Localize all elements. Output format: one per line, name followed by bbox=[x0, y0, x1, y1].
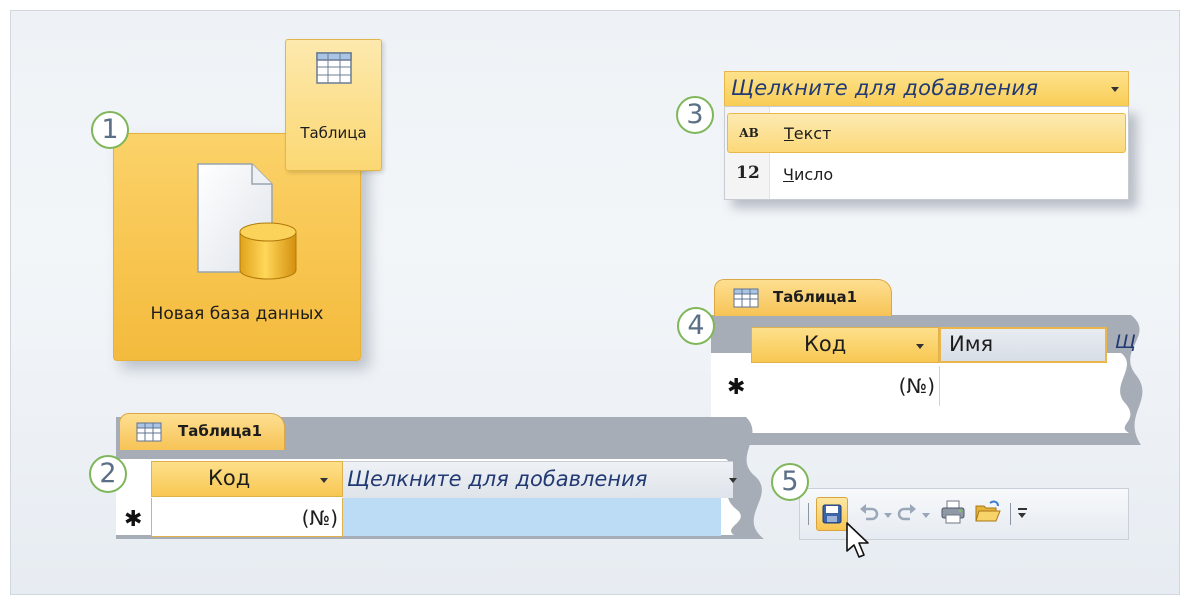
chevron-down-icon[interactable] bbox=[729, 478, 737, 483]
number-type-icon: 12 bbox=[736, 163, 760, 183]
tab-label: Таблица1 bbox=[178, 422, 263, 440]
new-column-cell[interactable] bbox=[343, 498, 721, 536]
callout-4: 4 bbox=[677, 307, 715, 345]
create-table-button[interactable]: Таблица bbox=[285, 39, 382, 171]
chevron-down-icon bbox=[1018, 513, 1026, 518]
save-button[interactable] bbox=[816, 497, 848, 531]
save-icon bbox=[822, 504, 842, 524]
click-to-add-label: Щелкните для добавления bbox=[347, 467, 648, 491]
column-header-name[interactable]: Имя bbox=[939, 327, 1107, 363]
chevron-down-icon[interactable] bbox=[916, 344, 924, 349]
toolbar-separator bbox=[1010, 503, 1011, 525]
undo-icon[interactable] bbox=[858, 503, 880, 523]
customize-icon bbox=[1018, 508, 1027, 510]
chevron-down-icon[interactable] bbox=[1111, 87, 1119, 92]
click-to-add-column-header[interactable]: Щелкните для добавления bbox=[724, 71, 1129, 107]
callout-3: 3 bbox=[676, 96, 714, 134]
callout-5: 5 bbox=[771, 463, 809, 501]
id-cell[interactable]: (№) bbox=[753, 366, 940, 406]
menu-item-label: Текст bbox=[784, 124, 832, 143]
mouse-pointer-icon bbox=[846, 522, 869, 558]
column-header-label: Имя bbox=[949, 332, 994, 356]
id-autonumber-value: (№) bbox=[898, 374, 935, 398]
database-file-icon bbox=[197, 163, 297, 280]
table-icon bbox=[316, 52, 352, 84]
new-record-marker: ✱ bbox=[727, 375, 746, 400]
callout-1: 1 bbox=[91, 111, 129, 149]
datatype-menu: AB Текст 12 Число bbox=[724, 106, 1129, 200]
click-to-add-label: Щелкните для добавления bbox=[731, 76, 1039, 100]
column-header-label: Код bbox=[804, 332, 847, 356]
tab-label: Таблица1 bbox=[773, 288, 858, 306]
new-database-label: Новая база данных bbox=[150, 304, 324, 324]
id-autonumber-value: (№) bbox=[301, 506, 338, 530]
redo-icon[interactable] bbox=[896, 503, 918, 523]
new-record-marker: ✱ bbox=[124, 507, 143, 532]
undo-dropdown-icon[interactable] bbox=[884, 513, 892, 518]
menu-item-text[interactable]: AB Текст bbox=[727, 113, 1126, 153]
tab-table1-small[interactable]: Таблица1 bbox=[119, 413, 285, 450]
toolbar-separator bbox=[808, 503, 809, 525]
column-header-partial: Щ bbox=[1115, 331, 1136, 353]
customize-toolbar-button[interactable] bbox=[1016, 505, 1030, 521]
column-header-label: Код bbox=[208, 466, 251, 490]
id-cell[interactable]: (№) bbox=[151, 498, 343, 537]
column-header-click-to-add[interactable]: Щелкните для добавления bbox=[343, 461, 737, 498]
text-type-icon: AB bbox=[739, 126, 759, 140]
callout-2: 2 bbox=[89, 455, 127, 493]
table-icon bbox=[733, 288, 759, 308]
menu-item-number[interactable]: 12 Число bbox=[727, 155, 1126, 195]
menu-item-label: Число bbox=[783, 165, 834, 184]
chevron-down-icon[interactable] bbox=[320, 478, 328, 483]
create-table-label: Таблица bbox=[300, 124, 367, 142]
tab-table1-large[interactable]: Таблица1 bbox=[714, 279, 892, 316]
column-header-kod[interactable]: Код bbox=[751, 327, 939, 363]
column-header-kod[interactable]: Код bbox=[151, 461, 343, 497]
table-icon bbox=[136, 422, 162, 442]
print-icon[interactable] bbox=[940, 499, 966, 525]
illustration-canvas: Новая база данных Таблица 1 Щелкните для… bbox=[10, 10, 1180, 595]
redo-dropdown-icon[interactable] bbox=[922, 513, 930, 518]
open-folder-icon[interactable] bbox=[974, 499, 1002, 525]
